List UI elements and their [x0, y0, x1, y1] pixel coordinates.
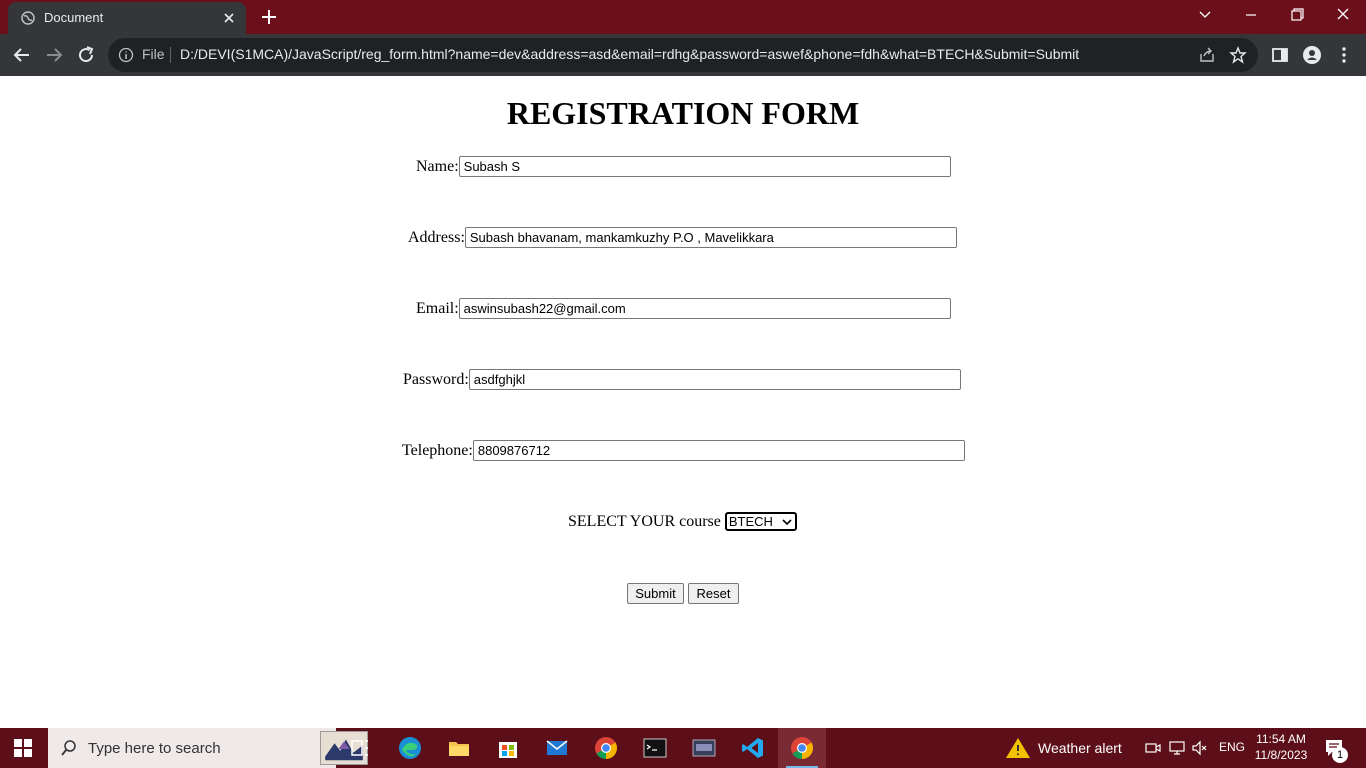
weather-alert-icon[interactable] — [1005, 736, 1031, 760]
search-placeholder: Type here to search — [88, 740, 221, 757]
sql-icon — [692, 739, 716, 757]
search-icon — [61, 740, 76, 756]
name-label: Name: — [416, 157, 459, 175]
terminal-icon — [643, 738, 667, 758]
weather-alert-label[interactable]: Weather alert — [1038, 740, 1122, 756]
tab-title: Document — [44, 10, 104, 25]
chevron-down-icon — [782, 519, 792, 526]
password-row: Password: — [403, 369, 961, 390]
star-icon[interactable] — [1229, 46, 1247, 64]
clock-time: 11:54 AM — [1256, 732, 1306, 746]
microsoft-store-icon — [499, 742, 517, 758]
password-input[interactable] — [468, 369, 961, 390]
reload-icon[interactable] — [74, 43, 98, 67]
taskbar-search[interactable]: Type here to search — [48, 728, 368, 768]
clock-date: 11/8/2023 — [1254, 748, 1308, 762]
meet-now-icon[interactable] — [1145, 740, 1161, 756]
name-row: Name: — [416, 156, 951, 177]
share-icon[interactable] — [1198, 46, 1216, 64]
edge-app[interactable] — [386, 728, 434, 768]
telephone-label: Telephone: — [402, 441, 473, 459]
page-content: REGISTRATION FORM Name: Address: Email: … — [0, 76, 1366, 728]
task-view-button[interactable] — [336, 728, 384, 768]
input-language[interactable]: ENG — [1219, 740, 1245, 754]
file-explorer-icon — [449, 742, 469, 756]
close-icon[interactable] — [220, 9, 238, 27]
more-vertical-icon[interactable] — [1334, 45, 1354, 65]
telephone-input[interactable] — [472, 440, 965, 461]
windows-taskbar: Type here to search Weather alert ENG 11… — [0, 728, 1366, 768]
clock[interactable]: 11:54 AM 11/8/2023 — [1252, 731, 1310, 763]
page-title: REGISTRATION FORM — [506, 95, 860, 131]
vscode-app[interactable] — [729, 728, 777, 768]
browser-toolbar: File D:/DEVI(S1MCA)/JavaScript/reg_form.… — [0, 34, 1366, 76]
address-input[interactable] — [464, 227, 957, 248]
password-label: Password: — [403, 370, 469, 388]
vscode-icon — [742, 738, 763, 758]
browser-tab[interactable]: Document — [8, 2, 246, 34]
profile-icon[interactable] — [1302, 45, 1322, 65]
telephone-row: Telephone: — [402, 440, 965, 461]
volume-muted-icon[interactable] — [1192, 740, 1208, 756]
course-select[interactable]: BTECH — [724, 512, 797, 531]
file-scheme-label: File — [142, 46, 165, 62]
sql-app[interactable] — [680, 728, 728, 768]
file-explorer-app[interactable] — [435, 728, 483, 768]
mail-icon — [546, 740, 568, 755]
chevron-down-icon[interactable] — [1192, 4, 1218, 26]
address-label: Address: — [408, 228, 465, 246]
windows-start-icon[interactable] — [14, 739, 32, 757]
email-label: Email: — [416, 299, 459, 317]
side-panel-icon[interactable] — [1270, 45, 1290, 65]
forward-arrow-icon[interactable] — [42, 43, 66, 67]
globe-icon — [21, 11, 35, 25]
close-window-icon[interactable] — [1330, 4, 1356, 26]
course-selected-value: BTECH — [728, 514, 773, 529]
name-input[interactable] — [458, 156, 951, 177]
reset-button[interactable]: Reset — [688, 583, 739, 604]
chrome-active-app[interactable] — [778, 728, 826, 768]
info-icon[interactable] — [118, 47, 134, 63]
address-separator — [170, 47, 171, 63]
course-label: SELECT YOUR course — [568, 512, 721, 530]
terminal-app[interactable] — [631, 728, 679, 768]
chrome-icon — [595, 737, 617, 759]
task-view-icon — [351, 740, 368, 756]
submit-button[interactable]: Submit — [627, 583, 684, 604]
course-row: SELECT YOUR course BTECH — [568, 512, 797, 531]
store-app[interactable] — [484, 728, 532, 768]
email-input[interactable] — [458, 298, 951, 319]
restore-icon[interactable] — [1284, 4, 1310, 26]
back-arrow-icon[interactable] — [10, 43, 34, 67]
network-icon[interactable] — [1169, 740, 1185, 756]
address-bar[interactable]: File D:/DEVI(S1MCA)/JavaScript/reg_form.… — [108, 38, 1258, 72]
notification-badge: 1 — [1332, 747, 1348, 763]
mail-app[interactable] — [533, 728, 581, 768]
minimize-icon[interactable] — [1238, 4, 1264, 26]
chrome-app[interactable] — [582, 728, 630, 768]
email-row: Email: — [416, 298, 951, 319]
url-text[interactable]: D:/DEVI(S1MCA)/JavaScript/reg_form.html?… — [180, 46, 1079, 62]
new-tab-icon[interactable] — [258, 6, 280, 28]
edge-icon — [399, 737, 421, 759]
chrome-active-icon — [791, 737, 813, 759]
address-row: Address: — [408, 227, 957, 248]
browser-tab-bar: Document — [0, 0, 1366, 34]
